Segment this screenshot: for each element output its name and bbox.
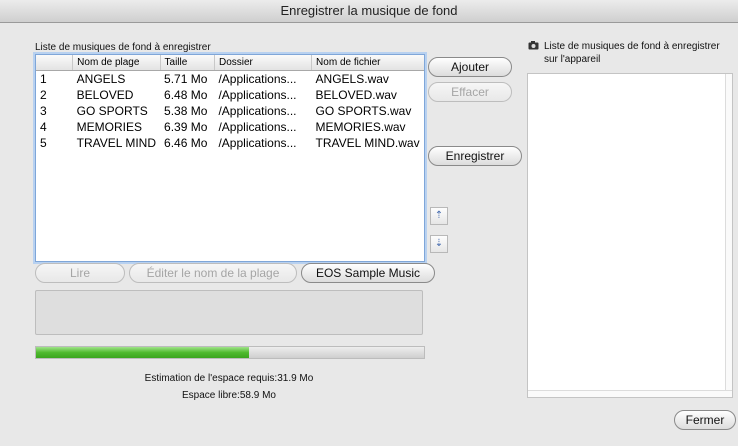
music-list-label: Liste de musiques de fond à enregistrer xyxy=(35,42,211,53)
rename-track-button[interactable]: Éditer le nom de la plage xyxy=(129,263,297,283)
column-header-filename[interactable]: Nom de fichier xyxy=(311,55,424,71)
cell-size: 6.46 Mo xyxy=(164,136,208,150)
cell-number: 3 xyxy=(40,104,47,118)
vertical-scrollbar[interactable] xyxy=(725,74,732,397)
table-row[interactable]: 2 BELOVED 6.48 Mo /Applications... BELOV… xyxy=(36,87,424,103)
save-button[interactable]: Enregistrer xyxy=(428,146,522,166)
cell-track-name: TRAVEL MIND xyxy=(76,136,157,150)
device-list-label: Liste de musiques de fond à enregistrer xyxy=(544,41,720,52)
cell-folder: /Applications... xyxy=(218,120,297,134)
move-up-icon[interactable]: ⇡ xyxy=(430,207,448,225)
cell-track-name: ANGELS xyxy=(76,72,126,86)
free-space-label: Espace libre:58.9 Mo xyxy=(182,390,276,401)
column-header-folder[interactable]: Dossier xyxy=(214,55,313,71)
device-music-list[interactable] xyxy=(527,73,733,398)
table-row[interactable]: 5 TRAVEL MIND 6.46 Mo /Applications... T… xyxy=(36,135,424,151)
cell-folder: /Applications... xyxy=(218,136,297,150)
cell-number: 4 xyxy=(40,120,47,134)
cell-size: 6.39 Mo xyxy=(164,120,208,134)
delete-button[interactable]: Effacer xyxy=(428,82,512,102)
music-list[interactable]: Nom de plage Taille Dossier Nom de fichi… xyxy=(35,54,425,262)
space-required-label: Estimation de l'espace requis:31.9 Mo xyxy=(144,373,314,384)
column-header-size[interactable]: Taille xyxy=(160,55,215,71)
horizontal-scrollbar[interactable] xyxy=(528,390,732,397)
cell-filename: GO SPORTS.wav xyxy=(315,104,412,118)
storage-progress-bar xyxy=(35,346,425,359)
cell-folder: /Applications... xyxy=(218,72,297,86)
cell-number: 5 xyxy=(40,136,47,150)
table-row[interactable]: 3 GO SPORTS 5.38 Mo /Applications... GO … xyxy=(36,103,424,119)
cell-track-name: GO SPORTS xyxy=(76,104,148,118)
eos-sample-music-button[interactable]: EOS Sample Music xyxy=(301,263,435,283)
cell-filename: BELOVED.wav xyxy=(315,88,397,102)
table-row[interactable]: 4 MEMORIES 6.39 Mo /Applications... MEMO… xyxy=(36,119,424,135)
progress-fill xyxy=(36,347,250,358)
message-area xyxy=(35,290,423,335)
cell-number: 1 xyxy=(40,72,47,86)
column-header-track-name[interactable]: Nom de plage xyxy=(72,55,161,71)
cell-filename: TRAVEL MIND.wav xyxy=(315,136,420,150)
table-header-row: Nom de plage Taille Dossier Nom de fichi… xyxy=(36,55,424,71)
move-down-icon[interactable]: ⇣ xyxy=(430,235,448,253)
cell-size: 6.48 Mo xyxy=(164,88,208,102)
close-button[interactable]: Fermer xyxy=(674,410,736,430)
play-button[interactable]: Lire xyxy=(35,263,125,283)
device-list-label-sub: sur l'appareil xyxy=(544,54,601,65)
cell-folder: /Applications... xyxy=(218,88,297,102)
cell-filename: MEMORIES.wav xyxy=(315,120,406,134)
cell-number: 2 xyxy=(40,88,47,102)
table-row[interactable]: 1 ANGELS 5.71 Mo /Applications... ANGELS… xyxy=(36,71,424,88)
cell-folder: /Applications... xyxy=(218,104,297,118)
music-table: Nom de plage Taille Dossier Nom de fichi… xyxy=(36,55,424,151)
cell-size: 5.38 Mo xyxy=(164,104,208,118)
window-title: Enregistrer la musique de fond xyxy=(0,0,738,23)
cell-track-name: BELOVED xyxy=(76,88,134,102)
camera-icon xyxy=(528,41,539,50)
cell-size: 5.71 Mo xyxy=(164,72,208,86)
add-button[interactable]: Ajouter xyxy=(428,57,512,77)
column-header-number[interactable] xyxy=(36,55,74,71)
cell-filename: ANGELS.wav xyxy=(315,72,389,86)
cell-track-name: MEMORIES xyxy=(76,120,143,134)
